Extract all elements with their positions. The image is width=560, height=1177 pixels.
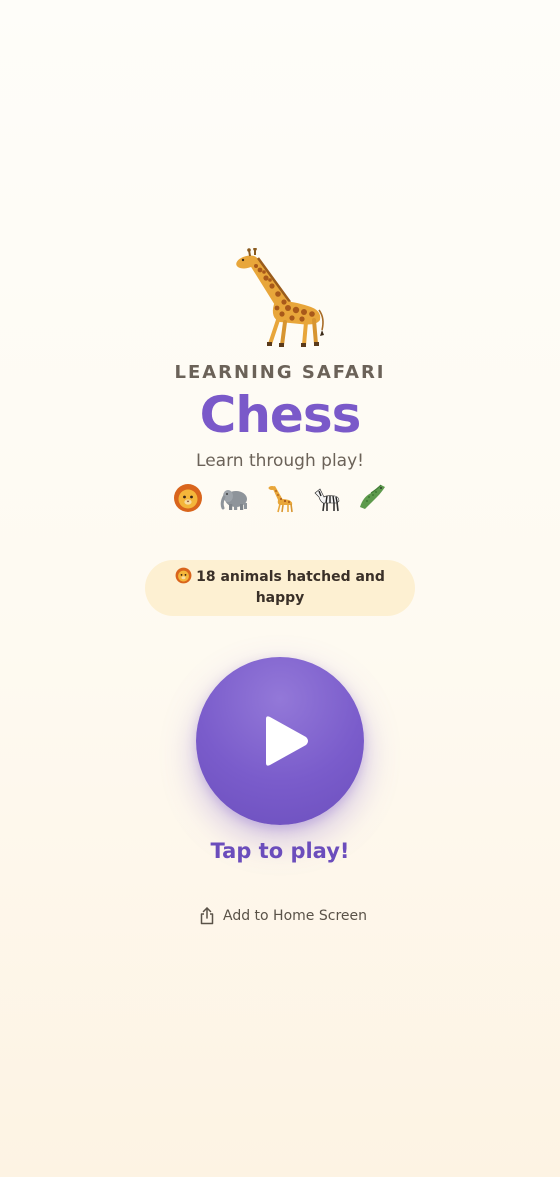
add-to-home-screen-button[interactable]: Add to Home Screen [199, 905, 367, 927]
tagline: Learn through play! [196, 451, 364, 471]
play-button[interactable] [196, 657, 364, 825]
giraffe-icon [236, 248, 324, 347]
splash-screen: LEARNING SAFARI Chess Learn through play… [0, 0, 560, 1177]
animal-row [0, 482, 560, 514]
tap-to-play-label[interactable]: Tap to play! [0, 839, 560, 863]
crocodile-icon [356, 482, 388, 514]
animals-status-badge: 18 animals hatched and happy [145, 560, 415, 616]
elephant-icon [218, 482, 250, 514]
zebra-icon [310, 482, 342, 514]
play-icon [266, 716, 308, 766]
lion-icon [172, 482, 204, 514]
animals-status-text: 18 animals hatched and happy [196, 569, 385, 606]
brand-label: LEARNING SAFARI [174, 362, 386, 383]
giraffe-icon [264, 482, 296, 514]
add-to-home-screen-label: Add to Home Screen [223, 908, 367, 924]
app-title: Chess [199, 386, 362, 444]
share-icon [200, 907, 214, 925]
lion-icon [175, 567, 192, 584]
